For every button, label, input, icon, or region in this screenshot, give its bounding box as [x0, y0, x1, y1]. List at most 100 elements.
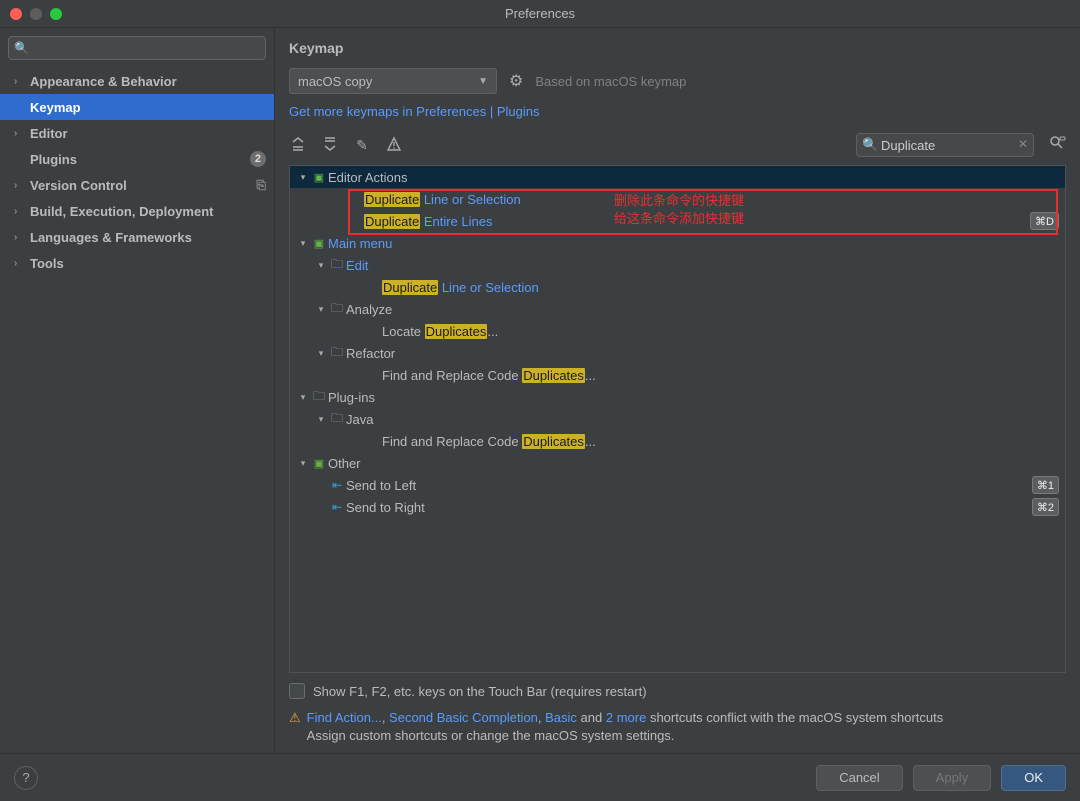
tree-row[interactable]: ▾▣Main menu [290, 232, 1065, 254]
tree-label: Analyze [346, 302, 392, 317]
based-on-label: Based on macOS keymap [535, 74, 686, 89]
ok-button[interactable]: OK [1001, 765, 1066, 791]
get-more-keymaps-link[interactable]: Get more keymaps in Preferences | Plugin… [275, 100, 1080, 129]
maximize-icon[interactable] [50, 8, 62, 20]
sidebar-item-label: Tools [30, 256, 64, 271]
tree-label: Editor Actions [328, 170, 408, 185]
footer: ? Cancel Apply OK [0, 753, 1080, 801]
tree-row[interactable]: Find and Replace Code Duplicates... [290, 430, 1065, 452]
folder-icon: 🗀 [328, 255, 346, 276]
tree-label: Main menu [328, 236, 392, 251]
tree-label: Java [346, 412, 373, 427]
warning-triangle-icon: ⚠ [289, 709, 301, 745]
gear-icon[interactable]: ⚙ [509, 71, 523, 91]
folder-icon: 🗀 [310, 387, 328, 408]
search-icon: 🔍 [14, 41, 29, 55]
tree-label: Duplicate Line or Selection [364, 192, 521, 207]
tree-row[interactable]: ⇤Send to Left⌘1 [290, 474, 1065, 496]
tree-row[interactable]: ▾▣Other [290, 452, 1065, 474]
sidebar-item-label: Version Control [30, 178, 127, 193]
touchbar-checkbox[interactable]: Show F1, F2, etc. keys on the Touch Bar … [289, 683, 1066, 699]
sidebar-item-label: Editor [30, 126, 68, 141]
tree-row[interactable]: Find and Replace Code Duplicates... [290, 364, 1065, 386]
tree-label: Other [328, 456, 361, 471]
conflict-more-link[interactable]: 2 more [606, 710, 646, 725]
tree-row[interactable]: Duplicate Line or Selection [290, 276, 1065, 298]
collapse-all-icon[interactable] [321, 136, 339, 155]
sidebar-item[interactable]: ›Version Control⎘ [0, 172, 274, 198]
close-icon[interactable] [10, 8, 22, 20]
help-button[interactable]: ? [14, 766, 38, 790]
sidebar-item-label: Plugins [30, 152, 77, 167]
action-search-input[interactable] [856, 133, 1034, 157]
sidebar-item[interactable]: ›Tools [0, 250, 274, 276]
badge: 2 [250, 151, 266, 167]
conflict-link-3[interactable]: Basic [545, 710, 577, 725]
chevron-right-icon: › [14, 232, 26, 243]
chevron-right-icon: › [14, 206, 26, 217]
titlebar: Preferences [0, 0, 1080, 28]
tree-row[interactable]: ▾🗀Plug-ins [290, 386, 1065, 408]
tree-row[interactable]: ⇤Send to Right⌘2 [290, 496, 1065, 518]
tree-label: Locate Duplicates... [382, 324, 498, 339]
chevron-down-icon: ▼ [478, 76, 488, 87]
edit-icon[interactable]: ✎ [353, 137, 371, 154]
expand-all-icon[interactable] [289, 136, 307, 155]
tree-label: Duplicate Line or Selection [382, 280, 539, 295]
sidebar-item[interactable]: ›Appearance & Behavior [0, 68, 274, 94]
sidebar: 🔍 ›Appearance & BehaviorKeymap›EditorPlu… [0, 28, 275, 753]
touchbar-checkbox-input[interactable] [289, 683, 305, 699]
tree-row[interactable]: Locate Duplicates... [290, 320, 1065, 342]
warning-icon[interactable] [385, 136, 403, 155]
sidebar-item[interactable]: ›Build, Execution, Deployment [0, 198, 274, 224]
sidebar-item[interactable]: › Languages & Frameworks [0, 224, 274, 250]
disclosure-icon: ▾ [296, 172, 310, 183]
sidebar-list: ›Appearance & BehaviorKeymap›EditorPlugi… [0, 68, 274, 753]
shortcut-badge: ⌘D [1030, 212, 1059, 230]
tree-row[interactable]: ▾🗀Analyze [290, 298, 1065, 320]
find-by-shortcut-icon[interactable] [1048, 134, 1066, 156]
cancel-button[interactable]: Cancel [816, 765, 902, 791]
window-title: Preferences [0, 6, 1080, 21]
tree-row[interactable]: ▾🗀Java [290, 408, 1065, 430]
folder-icon: 🗀 [328, 343, 346, 364]
options-area: Show F1, F2, etc. keys on the Touch Bar … [275, 673, 1080, 705]
tree-row[interactable]: ▾▣Editor Actions [290, 166, 1065, 188]
tree-label: Send to Left [346, 478, 416, 493]
window-controls [10, 8, 62, 20]
tree-label: Find and Replace Code Duplicates... [382, 434, 596, 449]
disclosure-icon: ▾ [314, 414, 328, 425]
clear-icon[interactable]: ✕ [1018, 137, 1028, 151]
tree-label: Send to Right [346, 500, 425, 515]
tree-row[interactable]: ▾🗀Refactor [290, 342, 1065, 364]
action-icon: ⇤ [328, 500, 346, 514]
tree-label: Refactor [346, 346, 395, 361]
folder-icon: 🗀 [328, 409, 346, 430]
disclosure-icon: ▾ [296, 458, 310, 469]
page-title: Keymap [275, 28, 1080, 62]
action-icon: ⇤ [328, 478, 346, 492]
tree-row[interactable]: Duplicate Entire Lines⌘D [290, 210, 1065, 232]
chevron-right-icon: › [14, 76, 26, 87]
keymap-dropdown[interactable]: macOS copy ▼ [289, 68, 497, 94]
sidebar-item[interactable]: ›Editor [0, 120, 274, 146]
disclosure-icon: ▾ [314, 260, 328, 271]
disclosure-icon: ▾ [296, 392, 310, 403]
tree-row[interactable]: ▾🗀Edit [290, 254, 1065, 276]
disclosure-icon: ▾ [314, 348, 328, 359]
conflict-link-2[interactable]: Second Basic Completion [389, 710, 538, 725]
sidebar-item[interactable]: Plugins 2 [0, 146, 274, 172]
conflict-link-1[interactable]: Find Action... [307, 710, 382, 725]
sidebar-search-input[interactable] [8, 36, 266, 60]
tree-label: Plug-ins [328, 390, 375, 405]
toolbar: ✎ 🔍 ✕ [275, 129, 1080, 165]
sidebar-item[interactable]: Keymap [0, 94, 274, 120]
apply-button[interactable]: Apply [913, 765, 992, 791]
sidebar-search: 🔍 [8, 36, 266, 60]
touchbar-checkbox-label: Show F1, F2, etc. keys on the Touch Bar … [313, 684, 647, 699]
minimize-icon[interactable] [30, 8, 42, 20]
actions-tree[interactable]: ▾▣Editor Actions Duplicate Line or Select… [289, 165, 1066, 673]
action-search: 🔍 ✕ [856, 133, 1034, 157]
tree-row[interactable]: Duplicate Line or Selection [290, 188, 1065, 210]
sidebar-item-label: Languages & Frameworks [30, 230, 192, 245]
